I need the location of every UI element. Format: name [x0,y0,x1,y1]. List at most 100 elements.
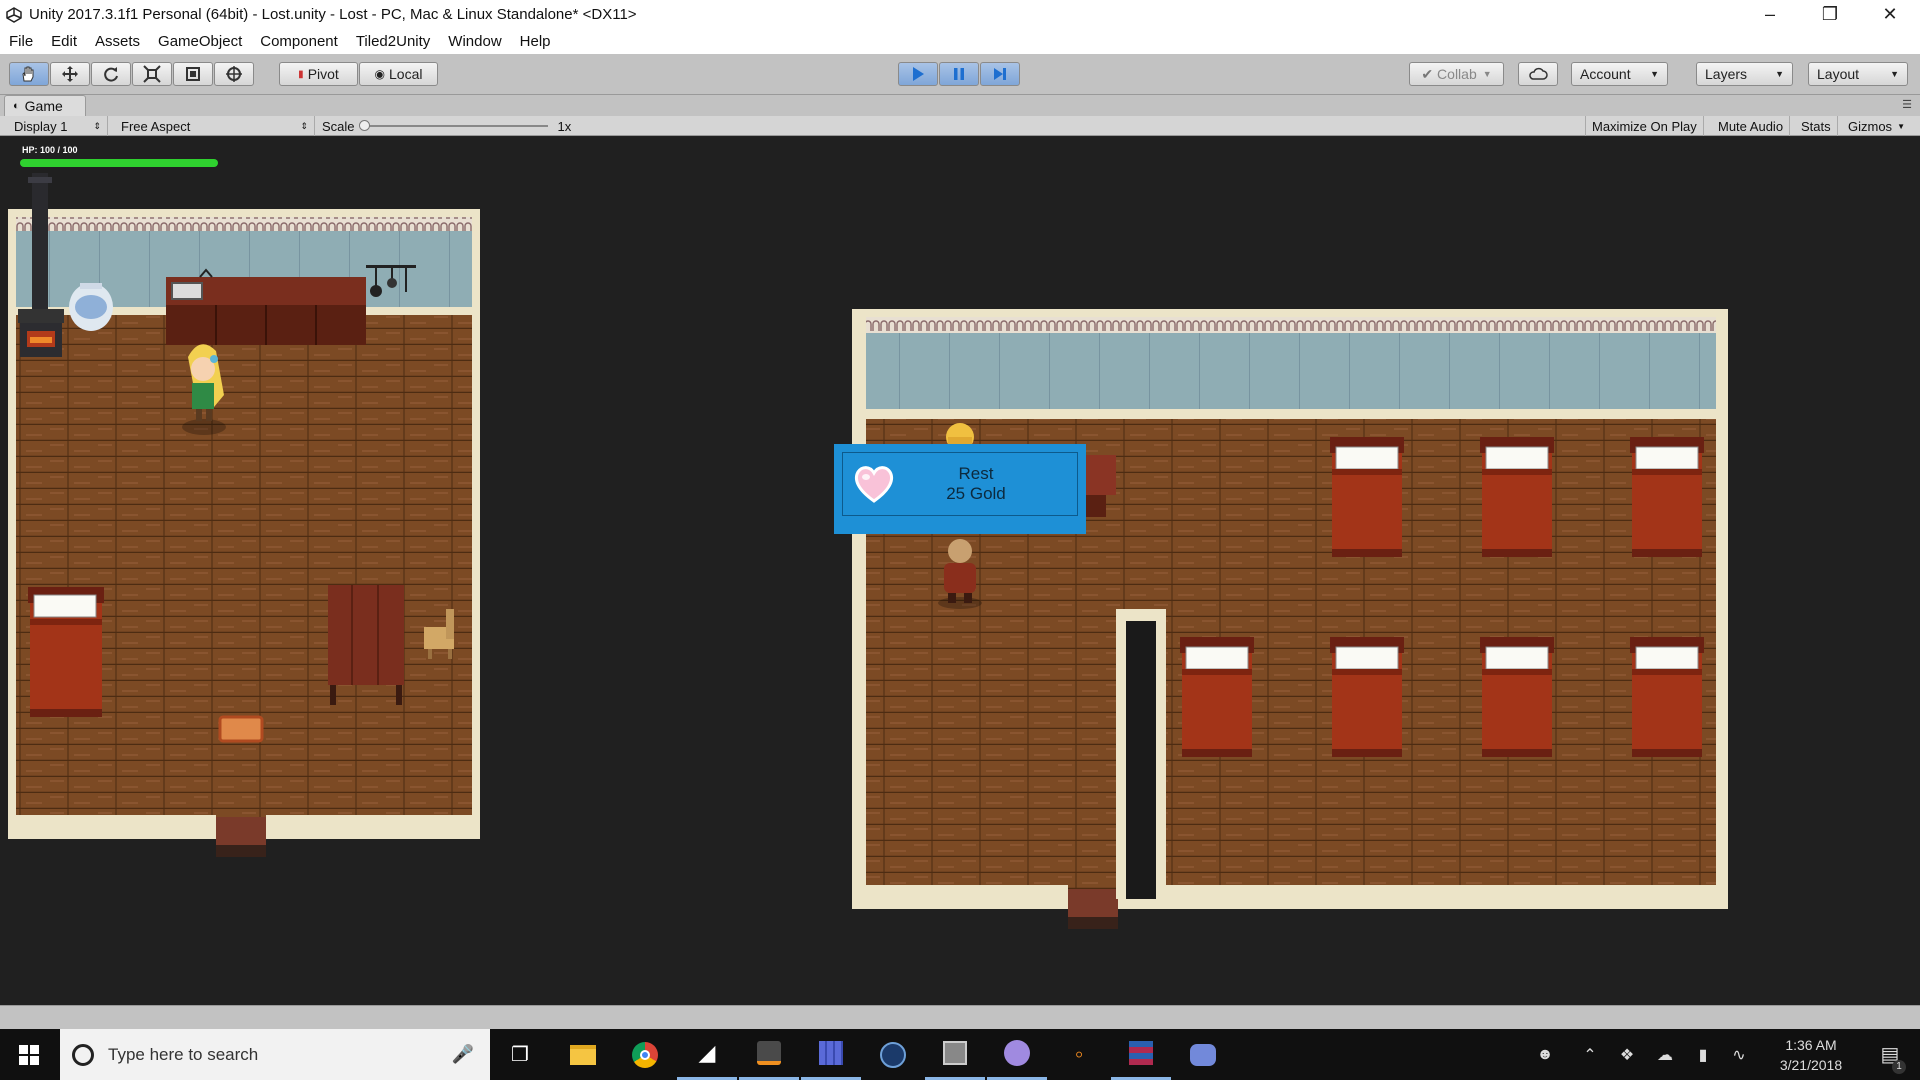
mute-label: Mute Audio [1718,118,1784,134]
chevron-down-icon: ▼ [1890,69,1899,79]
rest-button[interactable]: Rest 25 Gold [842,452,1078,516]
chevron-up-icon[interactable]: ⌃ [1575,1029,1605,1080]
close-button[interactable]: ✕ [1860,0,1920,29]
clock[interactable]: 1:36 AM 3/21/2018 [1762,1029,1860,1080]
pivot-toggle-button[interactable]: ▮ Pivot [279,62,358,86]
kitchen-counter [166,268,366,345]
menu-file[interactable]: File [0,33,42,50]
battery-icon[interactable]: ▮ [1688,1029,1718,1080]
steam-icon [880,1041,906,1068]
menu-tiled2unity[interactable]: Tiled2Unity [347,33,439,50]
tab-game[interactable]: ◐ Game [4,95,86,116]
scale-control: Scale 1x [316,116,581,136]
github-app[interactable] [987,1029,1047,1080]
aseprite-app[interactable] [925,1029,985,1080]
start-button[interactable] [0,1029,58,1080]
onedrive-icon[interactable]: ☁ [1650,1029,1680,1080]
rest-price: 25 Gold [946,484,1006,503]
github-icon [1004,1040,1030,1066]
dropbox-icon[interactable]: ❖ [1612,1029,1642,1080]
menu-help[interactable]: Help [511,33,560,50]
bed [1330,437,1404,557]
chevron-down-icon: ▼ [1897,121,1905,131]
chrome-app[interactable] [615,1029,675,1080]
layout-dropdown[interactable]: Layout ▼ [1808,62,1908,86]
menu-edit[interactable]: Edit [42,33,86,50]
rotate-tool-button[interactable] [91,62,131,86]
check-icon: ✔ [1421,65,1434,82]
menu-bar: File Edit Assets GameObject Component Ti… [0,29,1920,54]
bed [1180,637,1254,757]
account-label: Account [1580,66,1631,82]
rest-label: Rest [958,464,994,483]
discord-app[interactable] [1173,1029,1233,1080]
pivot-label: Pivot [307,66,339,82]
bed [28,587,104,717]
file-explorer-app[interactable] [553,1029,613,1080]
collab-label: Collab [1437,66,1477,82]
gizmos-dropdown[interactable]: Gizmos ▼ [1842,116,1911,136]
window-title: Unity 2017.3.1f1 Personal (64bit) - Lost… [29,6,637,23]
chevron-down-icon: ▼ [1650,69,1659,79]
mute-audio-toggle[interactable]: Mute Audio [1712,116,1791,136]
collab-button[interactable]: ✔ Collab ▼ [1409,62,1504,86]
pause-icon [954,68,964,80]
scale-slider[interactable] [358,120,548,131]
menu-window[interactable]: Window [439,33,510,50]
taskbar-search-box[interactable]: Type here to search 🎤 [60,1029,490,1080]
sublime-app[interactable] [739,1029,799,1080]
play-button[interactable] [898,62,938,86]
menu-gameobject[interactable]: GameObject [149,33,251,50]
hand-tool-button[interactable] [9,62,49,86]
layers-dropdown[interactable]: Layers ▼ [1696,62,1793,86]
unity-icon: ◢ [698,1040,716,1065]
task-view-button[interactable]: ❐ [490,1029,550,1080]
steam-app[interactable] [863,1029,923,1080]
blender-app[interactable]: ◦ [1049,1029,1109,1080]
pivot-icon: ▮ [298,68,304,80]
restore-button[interactable]: ❐ [1800,0,1860,29]
bed [1630,637,1704,757]
globe-icon: ◉ [374,67,385,81]
updown-icon: ⇕ [300,120,308,131]
cortana-icon [72,1043,94,1066]
maximize-on-play-toggle[interactable]: Maximize On Play [1585,116,1704,136]
pixel-editor-icon [943,1041,967,1065]
tiled-app[interactable] [801,1029,861,1080]
stats-toggle[interactable]: Stats [1795,116,1838,136]
aspect-label: Free Aspect [121,118,191,134]
pause-button[interactable] [939,62,979,86]
layout-label: Layout [1817,66,1860,82]
transform-icon [226,66,242,82]
unity-app[interactable]: ◢ [677,1029,737,1080]
step-icon [994,68,1006,80]
clock-date: 3/21/2018 [1779,1056,1843,1073]
action-center-button[interactable]: ▤ 1 [1866,1029,1914,1080]
rect-tool-button[interactable] [173,62,213,86]
move-tool-button[interactable] [50,62,90,86]
status-bar [0,1005,1920,1029]
vase [69,283,113,331]
blender-icon: ◦ [1074,1040,1084,1068]
scale-slider-handle[interactable] [358,120,370,131]
microphone-icon[interactable]: 🎤 [452,1044,474,1065]
cloud-icon [1529,67,1548,80]
wifi-icon[interactable]: ∿ [1724,1029,1754,1080]
cloud-button[interactable] [1518,62,1558,86]
heart-icon [854,466,894,503]
menu-component[interactable]: Component [251,33,347,50]
windows-taskbar: Type here to search 🎤 ❐ ◢ ◦ ☻ ⌃ ❖ ☁ ▮ ∿ … [0,1029,1920,1080]
minimize-button[interactable]: – [1740,0,1800,29]
people-icon[interactable]: ☻ [1530,1029,1560,1080]
transform-tool-button[interactable] [214,62,254,86]
aspect-dropdown[interactable]: Free Aspect ⇕ [115,116,315,136]
menu-assets[interactable]: Assets [86,33,149,50]
local-toggle-button[interactable]: ◉ Local [359,62,438,86]
account-dropdown[interactable]: Account ▼ [1571,62,1668,86]
winrar-app[interactable] [1111,1029,1171,1080]
step-button[interactable] [980,62,1020,86]
game-viewport[interactable]: HP: 100 / 100 Rest 25 Gold [0,137,1920,1005]
panel-menu-icon[interactable]: ☰ [1902,98,1912,111]
display-dropdown[interactable]: Display 1 ⇕ [8,116,108,136]
scale-tool-button[interactable] [132,62,172,86]
